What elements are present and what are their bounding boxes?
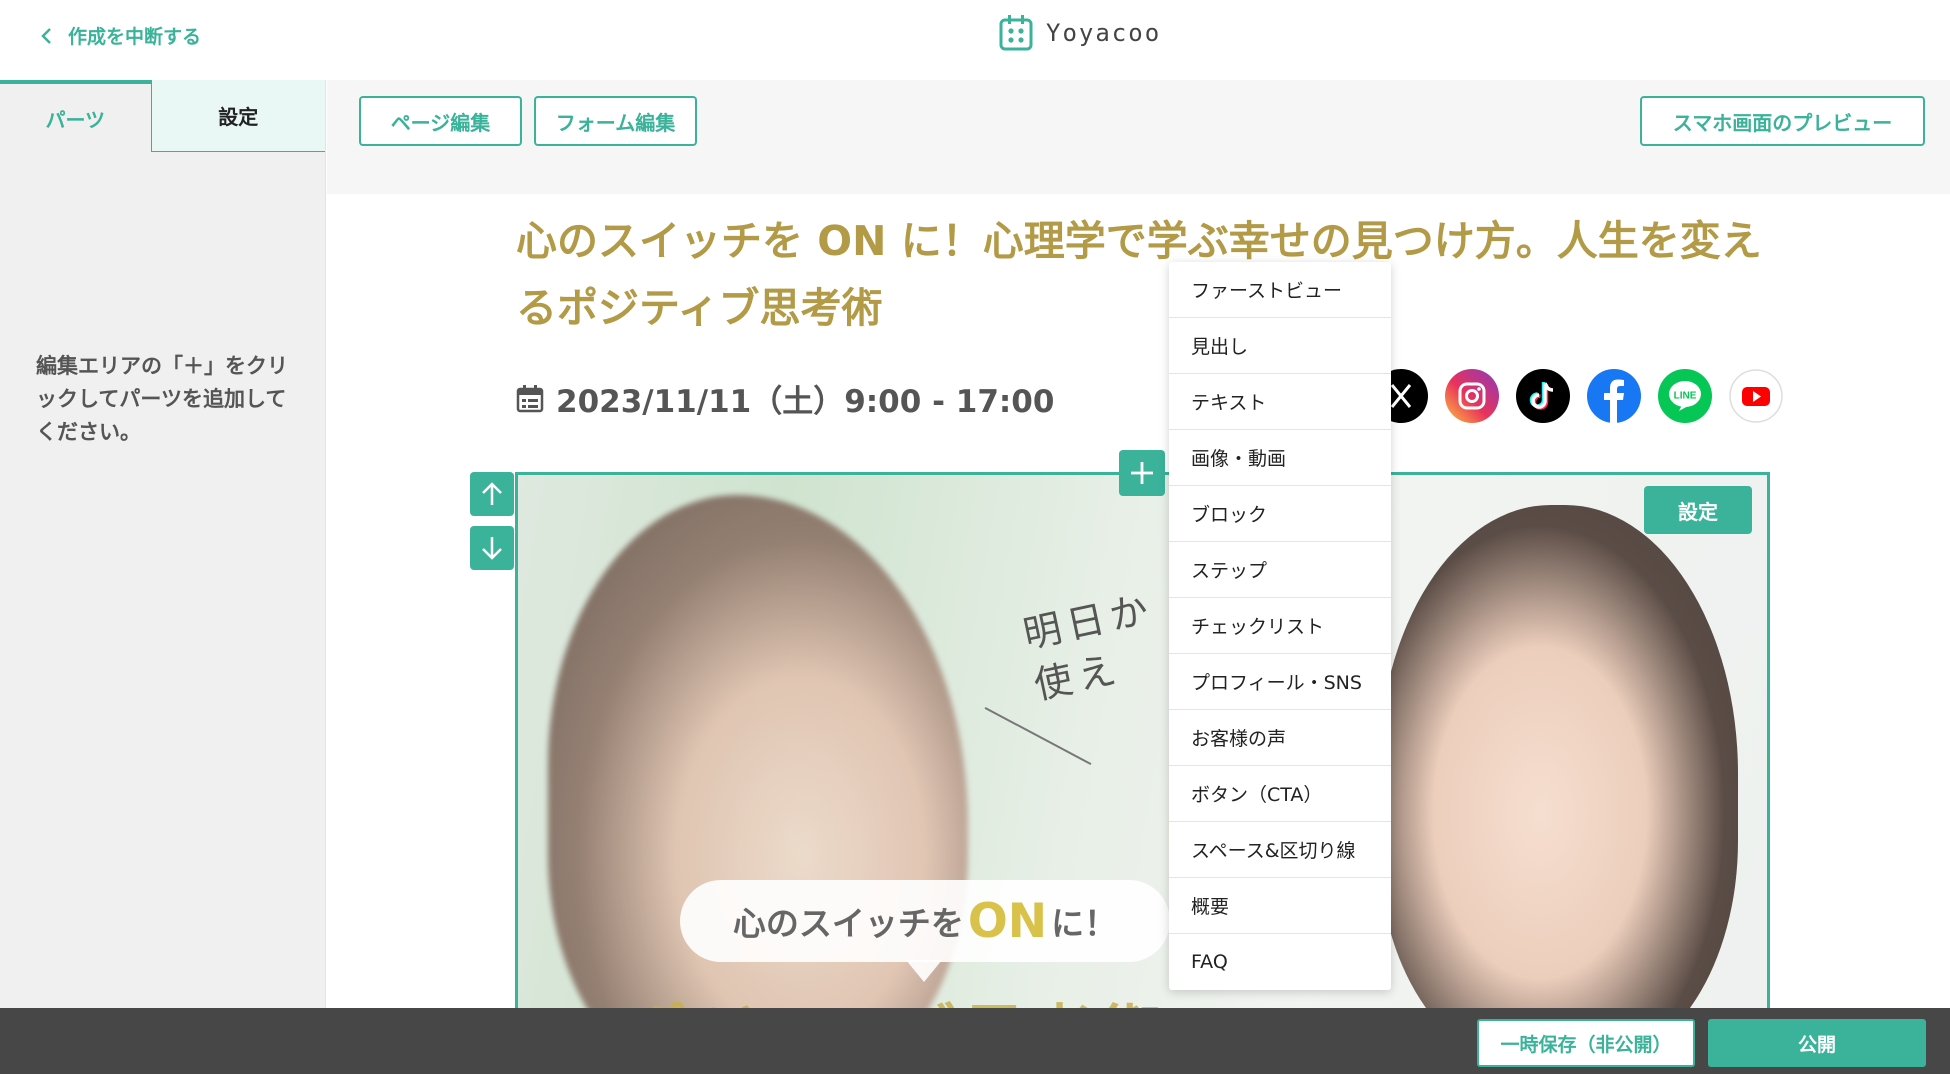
tab-settings[interactable]: 設定	[150, 80, 325, 152]
sidebar-hint: 編集エリアの「＋」をクリックしてパーツを追加してください。	[36, 354, 288, 444]
tiktok-icon[interactable]	[1516, 369, 1570, 423]
menu-item-image-video[interactable]: 画像・動画	[1169, 430, 1391, 486]
top-bar: 作成を中断する Yoyacoo	[0, 0, 1950, 80]
first-view-block[interactable]: 明日か 使え 心のスイッチを ON に！ ポジティブ思考術	[515, 472, 1770, 1032]
hero-handwriting: 明日か 使え	[1019, 586, 1158, 708]
cancel-creation-link[interactable]: 作成を中断する	[40, 22, 201, 49]
form-edit-button[interactable]: フォーム編集	[534, 96, 697, 146]
page-edit-button[interactable]: ページ編集	[359, 96, 522, 146]
menu-item-testimonials[interactable]: お客様の声	[1169, 710, 1391, 766]
menu-item-overview[interactable]: 概要	[1169, 878, 1391, 934]
event-date: 2023/11/11（土）9:00 - 17:00	[516, 376, 1054, 421]
hero-decoration-line	[984, 706, 1092, 766]
bottom-action-bar: 一時保存（非公開） 公開	[0, 1008, 1950, 1074]
tab-parts[interactable]: パーツ	[0, 80, 151, 152]
mobile-preview-button[interactable]: スマホ画面のプレビュー	[1640, 96, 1925, 146]
hero-bubble: 心のスイッチを ON に！	[680, 880, 1170, 962]
arrow-up-icon	[482, 482, 502, 505]
logo: Yoyacoo	[998, 14, 1161, 52]
event-datetime: 2023/11/11（土）9:00 - 17:00	[556, 384, 1055, 420]
hero-bubble-suffix: に！	[1051, 904, 1118, 943]
menu-item-profile-sns[interactable]: プロフィール・SNS	[1169, 654, 1391, 710]
cancel-creation-label: 作成を中断する	[68, 26, 202, 48]
hero-bubble-on: ON	[967, 893, 1048, 949]
calendar-logo-icon	[999, 15, 1033, 51]
block-settings-button[interactable]: 設定	[1644, 486, 1752, 534]
sidebar-tabs: パーツ 設定	[0, 80, 325, 152]
save-draft-button[interactable]: 一時保存（非公開）	[1477, 1019, 1695, 1067]
facebook-icon[interactable]	[1587, 369, 1641, 423]
menu-item-checklist[interactable]: チェックリスト	[1169, 598, 1391, 654]
sns-links: LINE	[1374, 369, 1783, 423]
plus-icon	[1131, 462, 1153, 484]
publish-button[interactable]: 公開	[1708, 1019, 1926, 1067]
hero-bubble-prefix: 心のスイッチを	[732, 904, 964, 943]
menu-item-step[interactable]: ステップ	[1169, 542, 1391, 598]
arrow-down-icon	[482, 537, 502, 560]
parts-menu: ファーストビュー 見出し テキスト 画像・動画 ブロック ステップ チェックリス…	[1169, 262, 1391, 990]
calendar-icon	[516, 384, 544, 412]
svg-text:LINE: LINE	[1674, 391, 1697, 402]
menu-item-text[interactable]: テキスト	[1169, 374, 1391, 430]
event-title: 心のスイッチを ON に！心理学で学ぶ幸せの見つけ方。人生を変えるポジティブ思考…	[516, 217, 1762, 332]
menu-item-cta-button[interactable]: ボタン（CTA）	[1169, 766, 1391, 822]
left-sidebar: パーツ 設定 編集エリアの「＋」をクリックしてパーツを追加してください。	[0, 80, 326, 1008]
move-down-button[interactable]	[470, 526, 514, 570]
chevron-left-icon	[41, 27, 51, 44]
hero-bubble-tail	[906, 960, 942, 982]
menu-item-space-divider[interactable]: スペース&区切り線	[1169, 822, 1391, 878]
line-icon[interactable]: LINE	[1658, 369, 1712, 423]
hero-person-right	[1378, 505, 1738, 1029]
menu-item-faq[interactable]: FAQ	[1169, 934, 1391, 990]
menu-item-block[interactable]: ブロック	[1169, 486, 1391, 542]
menu-item-first-view[interactable]: ファーストビュー	[1169, 262, 1391, 318]
menu-item-heading[interactable]: 見出し	[1169, 318, 1391, 374]
editor-toolbar: ページ編集 フォーム編集 スマホ画面のプレビュー	[327, 80, 1950, 194]
youtube-icon[interactable]	[1729, 369, 1783, 423]
move-up-button[interactable]	[470, 472, 514, 516]
logo-text: Yoyacoo	[1046, 19, 1162, 47]
instagram-icon[interactable]	[1445, 369, 1499, 423]
add-part-button[interactable]	[1119, 450, 1165, 496]
